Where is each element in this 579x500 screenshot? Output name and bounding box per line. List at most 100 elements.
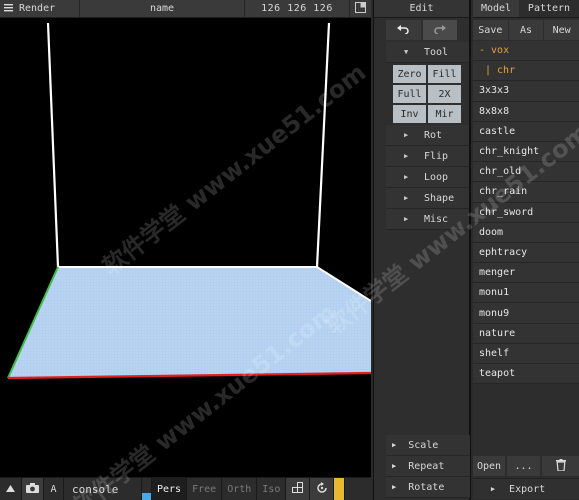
list-item[interactable]: nature: [473, 323, 579, 344]
console-button[interactable]: console: [64, 478, 142, 500]
3d-viewport[interactable]: [0, 18, 371, 477]
list-item[interactable]: chr_knight: [473, 141, 579, 163]
viewport-topbar: Render name 126 126 126: [0, 0, 371, 18]
view-mode-orth[interactable]: Orth: [222, 478, 258, 500]
view-mode-pers[interactable]: Pers: [152, 478, 188, 500]
tool-mir-button[interactable]: Mir: [428, 105, 461, 123]
list-item[interactable]: doom: [473, 222, 579, 243]
hamburger-icon: [4, 3, 13, 15]
a-toggle[interactable]: A: [44, 478, 64, 500]
view-mode-iso[interactable]: Iso: [257, 478, 287, 500]
list-item[interactable]: monu9: [473, 303, 579, 324]
list-item[interactable]: chr_sword: [473, 202, 579, 223]
tool-inv-button[interactable]: Inv: [393, 105, 426, 123]
triangle-down-icon: ▼: [404, 48, 409, 56]
triangle-up-icon: [6, 484, 15, 495]
export-button[interactable]: ▶ Export: [473, 478, 579, 499]
folder-chr[interactable]: | chr: [473, 61, 579, 82]
list-item[interactable]: monu1: [473, 283, 579, 304]
section-rotate-label: Rotate: [408, 481, 445, 493]
section-scale[interactable]: ▶ Scale: [386, 435, 470, 456]
section-rot-label: Rot: [424, 129, 443, 141]
tool-2x-button[interactable]: 2X: [428, 85, 461, 103]
list-item[interactable]: chr_rain: [473, 182, 579, 203]
list-item[interactable]: ephtracy: [473, 242, 579, 264]
model-list: - vox | chr 3x3x3 8x8x8 castle chr_knigh…: [473, 41, 579, 385]
section-tool[interactable]: ▼ Tool: [386, 42, 469, 63]
render-label: Render: [19, 3, 56, 14]
section-flip[interactable]: ▶ Flip: [386, 146, 469, 167]
model-name-field[interactable]: name: [80, 3, 244, 14]
bbox-edge-left: [46, 22, 60, 268]
undo-button[interactable]: [386, 20, 421, 40]
list-item[interactable]: castle: [473, 121, 579, 142]
bbox-edge-right: [315, 22, 331, 268]
reset-view-button[interactable]: [310, 478, 335, 500]
voxel-scene: [7, 22, 371, 380]
save-button[interactable]: Save: [473, 20, 508, 40]
section-flip-label: Flip: [424, 150, 449, 162]
palette-color-indicator[interactable]: [334, 478, 346, 500]
triangle-right-icon: ▶: [490, 485, 496, 493]
rotate-icon: [316, 481, 328, 497]
section-rotate[interactable]: ▶ Rotate: [386, 477, 470, 498]
color-indicator: [142, 478, 152, 500]
section-rot[interactable]: ▶ Rot: [386, 125, 469, 146]
list-item[interactable]: teapot: [473, 364, 579, 385]
export-image-button[interactable]: [349, 0, 371, 17]
export-label: Export: [509, 483, 546, 495]
tool-zero-button[interactable]: Zero: [393, 65, 426, 83]
triangle-right-icon: ▶: [404, 152, 409, 160]
triangle-right-icon: ▶: [392, 441, 397, 449]
redo-button[interactable]: [422, 20, 457, 40]
section-shape-label: Shape: [424, 192, 455, 204]
triangle-right-icon: ▶: [404, 194, 409, 202]
grid-icon: [292, 482, 304, 496]
section-misc-label: Misc: [424, 213, 449, 225]
triangle-right-icon: ▶: [392, 483, 397, 491]
list-item[interactable]: chr_old: [473, 162, 579, 183]
section-loop[interactable]: ▶ Loop: [386, 167, 469, 188]
triangle-right-icon: ▶: [404, 173, 409, 181]
folder-vox[interactable]: - vox: [473, 41, 579, 62]
tool-full-button[interactable]: Full: [393, 85, 426, 103]
tab-model[interactable]: Model: [473, 0, 519, 17]
triangle-right-icon: ▶: [404, 131, 409, 139]
viewport-bottombar: A console Pers Free Orth Iso: [0, 477, 371, 500]
tool-fill-button[interactable]: Fill: [428, 65, 461, 83]
section-misc[interactable]: ▶ Misc: [386, 209, 469, 230]
section-scale-label: Scale: [408, 439, 439, 451]
more-button[interactable]: ...: [507, 456, 540, 476]
section-tool-label: Tool: [424, 46, 449, 58]
camera-icon: [26, 482, 39, 496]
tab-pattern[interactable]: Pattern: [519, 0, 579, 17]
list-item[interactable]: 3x3x3: [473, 81, 579, 102]
view-mode-free[interactable]: Free: [187, 478, 223, 500]
tool-buttons: Zero Fill Full 2X Inv Mir: [393, 65, 469, 123]
new-button[interactable]: New: [544, 20, 579, 40]
list-item[interactable]: shelf: [473, 343, 579, 364]
camera-up-button[interactable]: [0, 478, 22, 500]
section-repeat-label: Repeat: [408, 460, 445, 472]
screenshot-button[interactable]: [22, 478, 44, 500]
grid-toggle-button[interactable]: [286, 478, 311, 500]
list-item[interactable]: menger: [473, 263, 579, 284]
section-shape[interactable]: ▶ Shape: [386, 188, 469, 209]
save-image-icon: [355, 1, 366, 16]
model-dimensions[interactable]: 126 126 126: [244, 0, 349, 17]
section-repeat[interactable]: ▶ Repeat: [386, 456, 470, 477]
triangle-right-icon: ▶: [392, 462, 397, 470]
open-button[interactable]: Open: [473, 456, 505, 476]
delete-button[interactable]: [542, 456, 579, 476]
triangle-right-icon: ▶: [404, 215, 409, 223]
render-menu-button[interactable]: Render: [0, 0, 80, 17]
undo-icon: [397, 24, 409, 37]
edit-panel: Edit ▼ Tool Zero Fill Full 2X Inv Mir ▶ …: [373, 0, 471, 500]
list-item[interactable]: 8x8x8: [473, 101, 579, 122]
save-as-button[interactable]: As: [508, 20, 544, 40]
redo-icon: [434, 24, 446, 37]
model-panel: Model Pattern Save As New - vox | chr 3x…: [473, 0, 579, 500]
edit-panel-title: Edit: [374, 0, 469, 18]
section-loop-label: Loop: [424, 171, 449, 183]
voxel-floor: [8, 267, 371, 378]
